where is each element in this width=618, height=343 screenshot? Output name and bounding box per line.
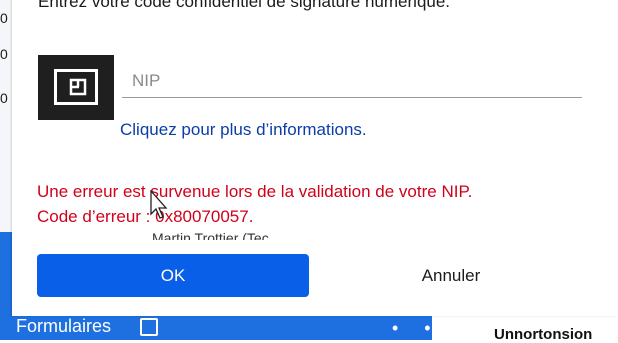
- smart-card-tile: [38, 55, 114, 120]
- ok-button[interactable]: OK: [37, 254, 309, 297]
- background-text-fragment: 0: [0, 10, 8, 26]
- background-toolbar-label: Formulaires: [16, 316, 112, 336]
- error-code: Code d’erreur : 0x80070057.: [37, 207, 254, 226]
- error-text: Une erreur est survenue lors de la valid…: [37, 182, 473, 201]
- mouse-cursor-icon: [150, 190, 168, 219]
- background-toolbar: Formulaires •••: [0, 316, 432, 340]
- background-bleed-text: Martin Trottier (Tec: [152, 230, 269, 240]
- error-message: Une erreur est survenue lors de la valid…: [37, 179, 472, 229]
- dialog-instruction: Entrez votre code confidentiel de signat…: [38, 0, 451, 11]
- form-icon: [140, 318, 158, 336]
- pin-dialog: Entrez votre code confidentiel de signat…: [12, 0, 618, 316]
- smart-card-icon: [54, 69, 98, 105]
- background-heading-fragment: Unnortonsion: [494, 326, 593, 343]
- pin-input[interactable]: [122, 64, 582, 98]
- background-text-fragment: 0: [0, 46, 8, 62]
- more-info-link[interactable]: Cliquez pour plus d’informations.: [120, 120, 367, 140]
- toolbar-dots: •••: [392, 318, 432, 338]
- cancel-button[interactable]: Annuler: [313, 254, 589, 297]
- background-text-fragment: 0: [0, 90, 8, 106]
